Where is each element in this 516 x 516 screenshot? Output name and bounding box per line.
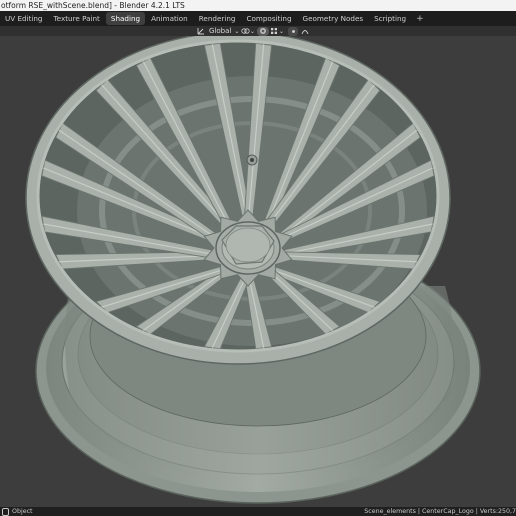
valve-stem-hole	[246, 154, 258, 166]
mouse-icon	[2, 507, 9, 516]
tab-rendering[interactable]: Rendering	[194, 12, 241, 25]
falloff-curve-icon[interactable]	[300, 27, 310, 36]
rim-face	[25, 31, 451, 365]
snap-target-icon[interactable]	[269, 27, 279, 36]
status-scene-info: Scene_elements | CenterCap_Logo | Verts:…	[364, 508, 516, 515]
pivot-point-icon[interactable]	[240, 27, 250, 36]
tab-geometry-nodes[interactable]: Geometry Nodes	[298, 12, 369, 25]
tab-uv-editing[interactable]: UV Editing	[0, 12, 48, 25]
transform-orientation-icon	[196, 27, 206, 36]
chevron-down-icon: ⌄	[234, 27, 240, 35]
snap-magnet-icon[interactable]	[257, 26, 270, 36]
pivot-snap-group: ⌄ ⌄	[240, 26, 310, 36]
chevron-down-icon[interactable]: ⌄	[250, 28, 255, 35]
status-bar: Object Scene_elements | CenterCap_Logo |…	[0, 507, 516, 516]
viewport-header-toolbar: Global ⌄ ⌄ ⌄	[0, 26, 516, 36]
tab-texture-paint[interactable]: Texture Paint	[49, 12, 105, 25]
transform-orientation-label: Global	[209, 27, 232, 35]
wheel-rim-model	[25, 31, 481, 504]
tab-shading[interactable]: Shading	[105, 12, 146, 25]
status-mode: Object	[2, 507, 33, 516]
window-title: otform RSE_withScene.blend] - Blender 4.…	[1, 1, 185, 10]
tab-scripting[interactable]: Scripting	[369, 12, 411, 25]
transform-orientation-dropdown[interactable]: Global ⌄	[196, 26, 239, 36]
workspace-tabs: UV Editing Texture Paint Shading Animati…	[0, 11, 516, 26]
status-mode-label: Object	[12, 508, 33, 515]
add-workspace-button[interactable]: +	[412, 14, 428, 24]
tab-compositing[interactable]: Compositing	[241, 12, 296, 25]
3d-viewport[interactable]	[0, 31, 516, 507]
chevron-down-icon[interactable]: ⌄	[279, 28, 284, 35]
proportional-editing-icon[interactable]	[288, 26, 299, 36]
tab-animation[interactable]: Animation	[146, 12, 193, 25]
window-titlebar: otform RSE_withScene.blend] - Blender 4.…	[0, 0, 516, 11]
